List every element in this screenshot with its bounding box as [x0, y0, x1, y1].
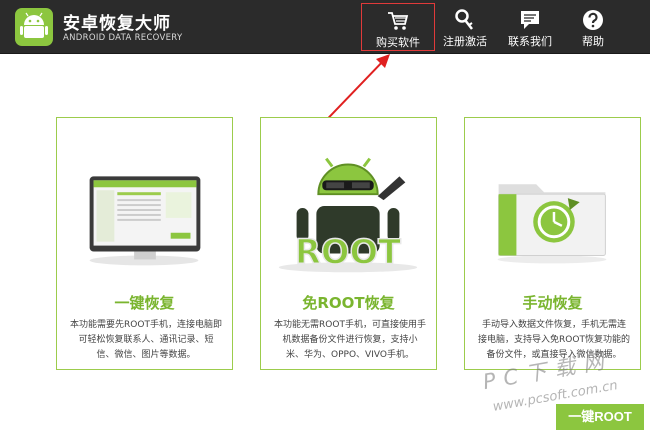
register-activate-button[interactable]: 注册激活 [440, 3, 490, 51]
help-icon [583, 10, 603, 30]
app-title: 安卓恢复大师 [63, 14, 171, 34]
app-subtitle: ANDROID DATA RECOVERY [63, 33, 183, 43]
help-button[interactable]: 帮助 [570, 3, 616, 51]
card-description: 本功能无需ROOT手机，可直接使用手机数据备份文件进行恢复，支持小米、华为、OP… [274, 320, 426, 360]
android-robot-icon: ROOT [278, 157, 418, 273]
one-click-recovery-card[interactable]: 一键恢复 本功能需要先ROOT手机，连接电脑即可轻松恢复联系人、通讯记录、短信、… [56, 117, 233, 370]
android-logo-icon [15, 8, 53, 46]
contact-us-button[interactable]: 联系我们 [501, 3, 559, 51]
manual-recovery-card[interactable]: 手动恢复 手动导入数据文件恢复，手机无需连接电脑，支持导入免ROOT恢复功能的备… [464, 117, 641, 370]
card-title: 免ROOT恢复 [302, 294, 395, 312]
computer-screen-icon [89, 176, 201, 266]
buy-software-label: 购买软件 [376, 36, 420, 49]
contact-us-label: 联系我们 [508, 35, 552, 48]
chat-icon [521, 11, 539, 29]
register-activate-label: 注册激活 [443, 35, 487, 48]
buy-software-button[interactable]: 购买软件 [361, 3, 435, 51]
card-description: 本功能需要先ROOT手机，连接电脑即可轻松恢复联系人、通讯记录、短信、微信、图片… [70, 320, 222, 360]
restore-folder-icon [497, 184, 607, 264]
key-icon [455, 9, 473, 30]
card-title: 一键恢复 [114, 294, 175, 312]
no-root-recovery-card[interactable]: ROOT 免ROOT恢复 本功能无需ROOT手机，可直接使用手机数据备份文件进行… [260, 117, 437, 370]
root-image-text: ROOT [295, 232, 401, 271]
card-title: 手动恢复 [522, 294, 583, 312]
cart-icon [388, 12, 409, 30]
card-description: 手动导入数据文件恢复，手机无需连接电脑，支持导入免ROOT恢复功能的备份文件，或… [478, 320, 630, 360]
title-bar: 安卓恢复大师 ANDROID DATA RECOVERY 购买软件 注册激活 联… [0, 0, 650, 54]
one-click-root-button[interactable]: 一键ROOT [556, 404, 644, 430]
help-label: 帮助 [582, 35, 604, 48]
